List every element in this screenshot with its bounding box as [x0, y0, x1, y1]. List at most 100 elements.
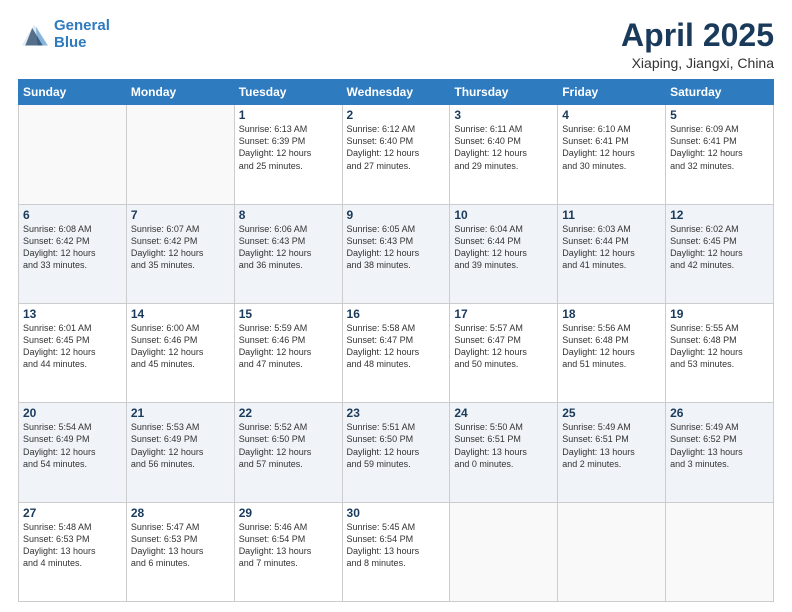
cell-info: Sunrise: 5:53 AM Sunset: 6:49 PM Dayligh…	[131, 421, 230, 470]
cell-info: Sunrise: 6:06 AM Sunset: 6:43 PM Dayligh…	[239, 223, 338, 272]
cell-info: Sunrise: 5:49 AM Sunset: 6:51 PM Dayligh…	[562, 421, 661, 470]
cell-info: Sunrise: 5:47 AM Sunset: 6:53 PM Dayligh…	[131, 521, 230, 570]
cell-info: Sunrise: 5:55 AM Sunset: 6:48 PM Dayligh…	[670, 322, 769, 371]
table-row	[450, 502, 558, 601]
day-number: 8	[239, 208, 338, 222]
col-sunday: Sunday	[19, 80, 127, 105]
calendar-table: Sunday Monday Tuesday Wednesday Thursday…	[18, 79, 774, 602]
cell-info: Sunrise: 6:09 AM Sunset: 6:41 PM Dayligh…	[670, 123, 769, 172]
logo-text: General Blue	[54, 18, 110, 51]
table-row: 22Sunrise: 5:52 AM Sunset: 6:50 PM Dayli…	[234, 403, 342, 502]
calendar-week-row: 1Sunrise: 6:13 AM Sunset: 6:39 PM Daylig…	[19, 105, 774, 204]
table-row: 10Sunrise: 6:04 AM Sunset: 6:44 PM Dayli…	[450, 204, 558, 303]
table-row: 17Sunrise: 5:57 AM Sunset: 6:47 PM Dayli…	[450, 303, 558, 402]
table-row: 9Sunrise: 6:05 AM Sunset: 6:43 PM Daylig…	[342, 204, 450, 303]
cell-info: Sunrise: 5:56 AM Sunset: 6:48 PM Dayligh…	[562, 322, 661, 371]
day-number: 22	[239, 406, 338, 420]
cell-info: Sunrise: 5:51 AM Sunset: 6:50 PM Dayligh…	[347, 421, 446, 470]
table-row	[126, 105, 234, 204]
day-number: 3	[454, 108, 553, 122]
table-row: 14Sunrise: 6:00 AM Sunset: 6:46 PM Dayli…	[126, 303, 234, 402]
table-row: 19Sunrise: 5:55 AM Sunset: 6:48 PM Dayli…	[666, 303, 774, 402]
table-row: 6Sunrise: 6:08 AM Sunset: 6:42 PM Daylig…	[19, 204, 127, 303]
day-number: 1	[239, 108, 338, 122]
table-row: 21Sunrise: 5:53 AM Sunset: 6:49 PM Dayli…	[126, 403, 234, 502]
cell-info: Sunrise: 5:50 AM Sunset: 6:51 PM Dayligh…	[454, 421, 553, 470]
col-friday: Friday	[558, 80, 666, 105]
day-number: 12	[670, 208, 769, 222]
cell-info: Sunrise: 6:10 AM Sunset: 6:41 PM Dayligh…	[562, 123, 661, 172]
day-number: 4	[562, 108, 661, 122]
day-number: 29	[239, 506, 338, 520]
day-number: 15	[239, 307, 338, 321]
table-row: 12Sunrise: 6:02 AM Sunset: 6:45 PM Dayli…	[666, 204, 774, 303]
table-row: 1Sunrise: 6:13 AM Sunset: 6:39 PM Daylig…	[234, 105, 342, 204]
table-row: 16Sunrise: 5:58 AM Sunset: 6:47 PM Dayli…	[342, 303, 450, 402]
table-row: 28Sunrise: 5:47 AM Sunset: 6:53 PM Dayli…	[126, 502, 234, 601]
table-row: 20Sunrise: 5:54 AM Sunset: 6:49 PM Dayli…	[19, 403, 127, 502]
day-number: 17	[454, 307, 553, 321]
day-number: 16	[347, 307, 446, 321]
table-row: 11Sunrise: 6:03 AM Sunset: 6:44 PM Dayli…	[558, 204, 666, 303]
table-row: 3Sunrise: 6:11 AM Sunset: 6:40 PM Daylig…	[450, 105, 558, 204]
cell-info: Sunrise: 5:46 AM Sunset: 6:54 PM Dayligh…	[239, 521, 338, 570]
table-row: 23Sunrise: 5:51 AM Sunset: 6:50 PM Dayli…	[342, 403, 450, 502]
table-row: 2Sunrise: 6:12 AM Sunset: 6:40 PM Daylig…	[342, 105, 450, 204]
cell-info: Sunrise: 6:05 AM Sunset: 6:43 PM Dayligh…	[347, 223, 446, 272]
cell-info: Sunrise: 6:01 AM Sunset: 6:45 PM Dayligh…	[23, 322, 122, 371]
table-row: 18Sunrise: 5:56 AM Sunset: 6:48 PM Dayli…	[558, 303, 666, 402]
calendar-week-row: 6Sunrise: 6:08 AM Sunset: 6:42 PM Daylig…	[19, 204, 774, 303]
day-number: 11	[562, 208, 661, 222]
cell-info: Sunrise: 5:54 AM Sunset: 6:49 PM Dayligh…	[23, 421, 122, 470]
day-number: 27	[23, 506, 122, 520]
cell-info: Sunrise: 6:13 AM Sunset: 6:39 PM Dayligh…	[239, 123, 338, 172]
day-number: 6	[23, 208, 122, 222]
day-number: 28	[131, 506, 230, 520]
cell-info: Sunrise: 5:45 AM Sunset: 6:54 PM Dayligh…	[347, 521, 446, 570]
table-row: 25Sunrise: 5:49 AM Sunset: 6:51 PM Dayli…	[558, 403, 666, 502]
table-row: 5Sunrise: 6:09 AM Sunset: 6:41 PM Daylig…	[666, 105, 774, 204]
day-number: 23	[347, 406, 446, 420]
day-number: 7	[131, 208, 230, 222]
col-monday: Monday	[126, 80, 234, 105]
day-number: 20	[23, 406, 122, 420]
cell-info: Sunrise: 5:52 AM Sunset: 6:50 PM Dayligh…	[239, 421, 338, 470]
table-row: 29Sunrise: 5:46 AM Sunset: 6:54 PM Dayli…	[234, 502, 342, 601]
cell-info: Sunrise: 6:00 AM Sunset: 6:46 PM Dayligh…	[131, 322, 230, 371]
table-row: 13Sunrise: 6:01 AM Sunset: 6:45 PM Dayli…	[19, 303, 127, 402]
day-number: 5	[670, 108, 769, 122]
day-number: 10	[454, 208, 553, 222]
col-wednesday: Wednesday	[342, 80, 450, 105]
col-saturday: Saturday	[666, 80, 774, 105]
table-row: 24Sunrise: 5:50 AM Sunset: 6:51 PM Dayli…	[450, 403, 558, 502]
header: General Blue April 2025 Xiaping, Jiangxi…	[18, 18, 774, 71]
title-block: April 2025 Xiaping, Jiangxi, China	[621, 18, 774, 71]
day-number: 9	[347, 208, 446, 222]
table-row: 26Sunrise: 5:49 AM Sunset: 6:52 PM Dayli…	[666, 403, 774, 502]
col-tuesday: Tuesday	[234, 80, 342, 105]
day-number: 14	[131, 307, 230, 321]
day-number: 21	[131, 406, 230, 420]
cell-info: Sunrise: 6:02 AM Sunset: 6:45 PM Dayligh…	[670, 223, 769, 272]
day-number: 18	[562, 307, 661, 321]
cell-info: Sunrise: 6:12 AM Sunset: 6:40 PM Dayligh…	[347, 123, 446, 172]
day-number: 19	[670, 307, 769, 321]
day-number: 30	[347, 506, 446, 520]
cell-info: Sunrise: 5:59 AM Sunset: 6:46 PM Dayligh…	[239, 322, 338, 371]
cell-info: Sunrise: 5:49 AM Sunset: 6:52 PM Dayligh…	[670, 421, 769, 470]
day-number: 26	[670, 406, 769, 420]
table-row: 30Sunrise: 5:45 AM Sunset: 6:54 PM Dayli…	[342, 502, 450, 601]
day-number: 25	[562, 406, 661, 420]
table-row: 8Sunrise: 6:06 AM Sunset: 6:43 PM Daylig…	[234, 204, 342, 303]
cell-info: Sunrise: 6:07 AM Sunset: 6:42 PM Dayligh…	[131, 223, 230, 272]
table-row: 15Sunrise: 5:59 AM Sunset: 6:46 PM Dayli…	[234, 303, 342, 402]
cell-info: Sunrise: 5:58 AM Sunset: 6:47 PM Dayligh…	[347, 322, 446, 371]
calendar-week-row: 13Sunrise: 6:01 AM Sunset: 6:45 PM Dayli…	[19, 303, 774, 402]
cell-info: Sunrise: 6:04 AM Sunset: 6:44 PM Dayligh…	[454, 223, 553, 272]
table-row	[666, 502, 774, 601]
page: General Blue April 2025 Xiaping, Jiangxi…	[0, 0, 792, 612]
logo: General Blue	[18, 18, 110, 51]
table-row: 4Sunrise: 6:10 AM Sunset: 6:41 PM Daylig…	[558, 105, 666, 204]
calendar-header-row: Sunday Monday Tuesday Wednesday Thursday…	[19, 80, 774, 105]
day-number: 13	[23, 307, 122, 321]
